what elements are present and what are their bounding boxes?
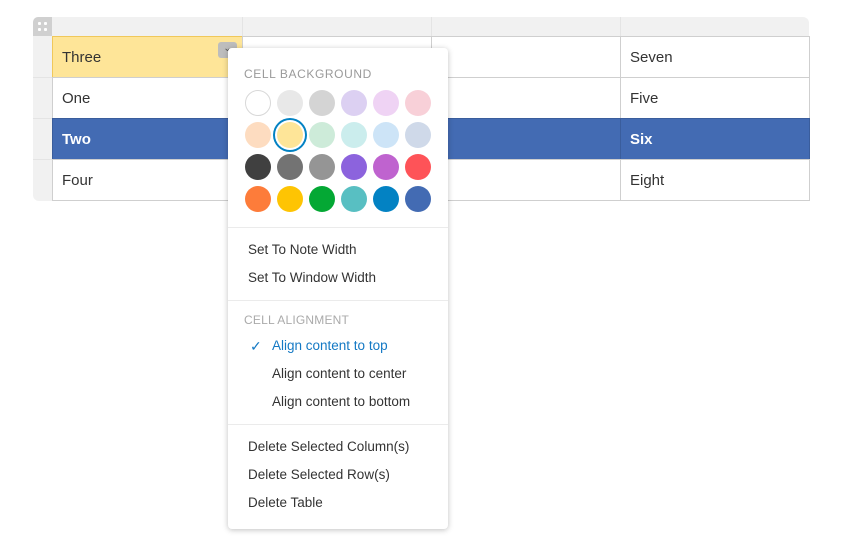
color-swatch[interactable]	[245, 154, 271, 180]
color-swatch[interactable]	[309, 90, 335, 116]
color-swatch[interactable]	[245, 186, 271, 212]
color-swatch[interactable]	[309, 154, 335, 180]
checkmark-icon: ✓	[250, 338, 262, 354]
color-swatch[interactable]	[373, 90, 399, 116]
color-swatch[interactable]	[341, 122, 367, 148]
cell-background-heading: CELL BACKGROUND	[244, 67, 372, 81]
color-swatch[interactable]	[277, 122, 303, 148]
table-cell[interactable]	[431, 36, 621, 78]
color-swatch[interactable]	[405, 122, 431, 148]
delete-table-item[interactable]: Delete Table	[248, 495, 323, 510]
color-swatch[interactable]	[341, 154, 367, 180]
table-cell[interactable]: Five	[620, 77, 810, 119]
table-cell[interactable]: One	[52, 77, 243, 119]
table-cell[interactable]: Four	[52, 159, 243, 201]
cell-context-menu: CELL BACKGROUND Set To Note Width Set To…	[228, 48, 448, 529]
color-swatch[interactable]	[373, 186, 399, 212]
color-swatch[interactable]	[373, 122, 399, 148]
color-swatch[interactable]	[309, 186, 335, 212]
color-swatch[interactable]	[341, 186, 367, 212]
align-bottom-item[interactable]: Align content to bottom	[272, 394, 410, 409]
set-window-width-item[interactable]: Set To Window Width	[248, 270, 376, 285]
align-top-item[interactable]: Align content to top	[272, 338, 388, 353]
color-swatch[interactable]	[405, 90, 431, 116]
table-drag-handle-icon[interactable]	[33, 17, 52, 36]
cell-alignment-heading: CELL ALIGNMENT	[244, 313, 350, 327]
table-cell[interactable]	[431, 77, 621, 119]
align-center-item[interactable]: Align content to center	[272, 366, 406, 381]
color-swatch[interactable]	[405, 186, 431, 212]
table-cell[interactable]	[431, 118, 621, 160]
table-cell[interactable]: Eight	[620, 159, 810, 201]
table-cell[interactable]	[431, 159, 621, 201]
color-swatch[interactable]	[341, 90, 367, 116]
color-swatch[interactable]	[277, 154, 303, 180]
color-swatch[interactable]	[373, 154, 399, 180]
delete-columns-item[interactable]: Delete Selected Column(s)	[248, 439, 409, 454]
color-swatch[interactable]	[245, 90, 271, 116]
table-cell[interactable]: Three	[52, 36, 243, 78]
set-note-width-item[interactable]: Set To Note Width	[248, 242, 357, 257]
color-swatch[interactable]	[277, 186, 303, 212]
table-cell[interactable]: Two	[52, 118, 243, 160]
color-swatch[interactable]	[277, 90, 303, 116]
color-swatch[interactable]	[309, 122, 335, 148]
color-swatch[interactable]	[245, 122, 271, 148]
color-swatch[interactable]	[405, 154, 431, 180]
table-cell[interactable]: Seven	[620, 36, 810, 78]
delete-rows-item[interactable]: Delete Selected Row(s)	[248, 467, 390, 482]
table-cell[interactable]: Six	[620, 118, 810, 160]
